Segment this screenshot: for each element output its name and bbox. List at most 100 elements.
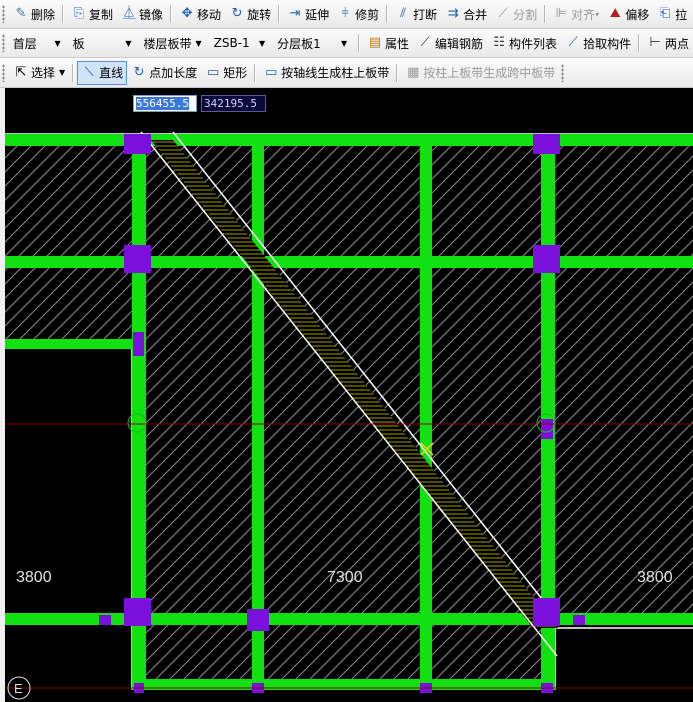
column [533, 245, 560, 273]
column [533, 134, 560, 154]
cursor-icon: ⇱ [15, 64, 27, 80]
slab-hatch [5, 140, 693, 689]
trim-icon: ⫩ [341, 6, 349, 21]
gen-column-strip-button[interactable]: ▭ 按轴线生成柱上板带 [259, 62, 393, 84]
column [124, 598, 151, 626]
merge-button[interactable]: ⇉ 合并 [441, 3, 491, 25]
copy-icon: ⎘ [73, 6, 85, 21]
trim-button[interactable]: ⫩ 修剪 [333, 3, 383, 25]
component-toolbar: 首层 ▼ 板 ▼ 楼层板带 ▼ ZSB-1 ▼ 分层板1 ▼ ▤ 属性 ⟋ 编辑钢筋 ☷ 构件列… [0, 29, 693, 58]
column [541, 419, 553, 439]
pick-icon: ⎗ [660, 6, 671, 21]
draw-toolbar: ⇱ 选择 ▼ ⟍ 直线 ↻ 点加长度 ▭ 矩形 ▭ 按轴线生成柱上板带 ▦ 按柱上板带生成跨中… [0, 58, 693, 88]
chevron-down-icon: ▼ [340, 38, 348, 48]
category-select[interactable]: 板 ▼ [69, 33, 136, 53]
merge-icon: ⇉ [447, 6, 459, 21]
separator [638, 34, 640, 52]
drawing-svg[interactable]: 3800 7300 3800 E [5, 88, 693, 702]
separator [254, 63, 257, 82]
floor-select[interactable]: 首层 ▼ [9, 33, 65, 53]
column-strip-icon: ▭ [265, 64, 278, 80]
move-icon: ✥ [181, 6, 193, 21]
mirror-icon: ⏅ [122, 6, 136, 21]
separator [386, 5, 389, 23]
rebar-icon: ⟋ [420, 35, 430, 50]
gen-middle-strip-button[interactable]: ▦ 按柱上板带生成跨中板带 [401, 62, 559, 84]
toolbar-grip[interactable] [2, 63, 5, 82]
dimension-center: 7300 [327, 569, 363, 586]
point-length-button[interactable]: ↻ 点加长度 [127, 62, 201, 84]
select-dropdown[interactable]: ⇱ 选择 ▼ [9, 62, 69, 84]
coordinate-x-input[interactable]: 556455.5 [133, 95, 197, 112]
layer-select[interactable]: 分层板1 ▼ [273, 33, 351, 53]
separator [544, 5, 547, 23]
split-icon: ⟋ [498, 6, 508, 21]
chevron-down-icon: ▼ [59, 68, 66, 77]
beam [420, 134, 432, 690]
separator [358, 34, 361, 52]
column [573, 615, 585, 625]
chevron-down-icon: ▼ [259, 38, 266, 48]
extend-icon: ⇥ [289, 6, 301, 21]
split-button[interactable]: ⟋ 分割 [491, 3, 541, 25]
separator [278, 5, 281, 23]
toolbar-grip[interactable] [2, 34, 5, 52]
column [124, 134, 151, 154]
column [533, 598, 560, 626]
edit-rebar-button[interactable]: ⟋ 编辑钢筋 [413, 32, 487, 54]
properties-icon: ▤ [368, 35, 382, 50]
chevron-down-icon: ▼ [195, 38, 202, 48]
component-list-button[interactable]: ☷ 构件列表 [487, 32, 561, 54]
component-select[interactable]: ZSB-1 ▼ [210, 33, 270, 53]
offset-icon: ⛰ [609, 6, 621, 21]
extend-button[interactable]: ⇥ 延伸 [283, 3, 333, 25]
separator [72, 63, 75, 82]
separator [62, 5, 65, 23]
properties-button[interactable]: ▤ 属性 [363, 32, 413, 54]
edit-toolbar: ✎ 删除 ⎘ 复制 ⏅ 镜像 ✥ 移动 ↻ 旋转 ⇥ 延伸 ⫩ 修剪 ⫽ 打断 ⇉ 合并 ⟋ 分割 … [0, 0, 693, 29]
beam [5, 339, 132, 349]
dimension-left: 3800 [16, 569, 52, 586]
rotate-button[interactable]: ↻ 旋转 [225, 3, 275, 25]
pick-component-button[interactable]: ⟋ 拾取构件 [561, 32, 635, 54]
offset-button[interactable]: ⛰ 偏移 [603, 3, 653, 25]
subcategory-select[interactable]: 楼层板带 ▼ [139, 33, 205, 53]
copy-button[interactable]: ⎘ 复制 [67, 3, 117, 25]
drawing-canvas[interactable]: 3800 7300 3800 E 556455.5 342195.5 [5, 88, 693, 702]
coordinate-y-input[interactable]: 342195.5 [201, 95, 266, 112]
mirror-button[interactable]: ⏅ 镜像 [117, 3, 167, 25]
column [124, 245, 151, 273]
delete-button[interactable]: ✎ 删除 [9, 3, 59, 25]
beam [252, 134, 264, 690]
list-icon: ☷ [493, 35, 505, 50]
beam [5, 256, 693, 268]
rectangle-button[interactable]: ▭ 矩形 [201, 62, 251, 84]
rectangle-icon: ▭ [207, 64, 220, 80]
separator [170, 5, 173, 23]
point-length-icon: ↻ [133, 64, 145, 80]
middle-strip-icon: ▦ [407, 64, 420, 80]
move-button[interactable]: ✥ 移动 [175, 3, 225, 25]
align-icon: ⊫ [555, 6, 567, 21]
break-icon: ⫽ [400, 6, 407, 21]
two-points-button[interactable]: ⊢ 两点 [643, 32, 693, 54]
break-button[interactable]: ⫽ 打断 [391, 3, 441, 25]
column [99, 615, 111, 625]
column [247, 609, 269, 631]
separator [396, 63, 399, 82]
line-icon: ⟍ [84, 64, 94, 80]
dimension-right: 3800 [637, 569, 673, 586]
line-button[interactable]: ⟍ 直线 [77, 60, 128, 85]
slab-region [137, 342, 555, 689]
rotate-icon: ↻ [231, 6, 243, 21]
chevron-down-icon: ▾ [595, 9, 600, 19]
delete-icon: ✎ [15, 6, 27, 21]
align-dropdown[interactable]: ⊫ 对齐 ▾ [549, 3, 603, 25]
toolbar-grip[interactable] [2, 5, 5, 23]
slab-region [5, 140, 693, 342]
column [133, 332, 144, 356]
toolbar-grip[interactable] [561, 63, 565, 82]
axis-label-e: E [14, 681, 23, 696]
chevron-down-icon: ▼ [54, 38, 61, 48]
pick-button[interactable]: ⎗ 拉 [653, 3, 691, 25]
